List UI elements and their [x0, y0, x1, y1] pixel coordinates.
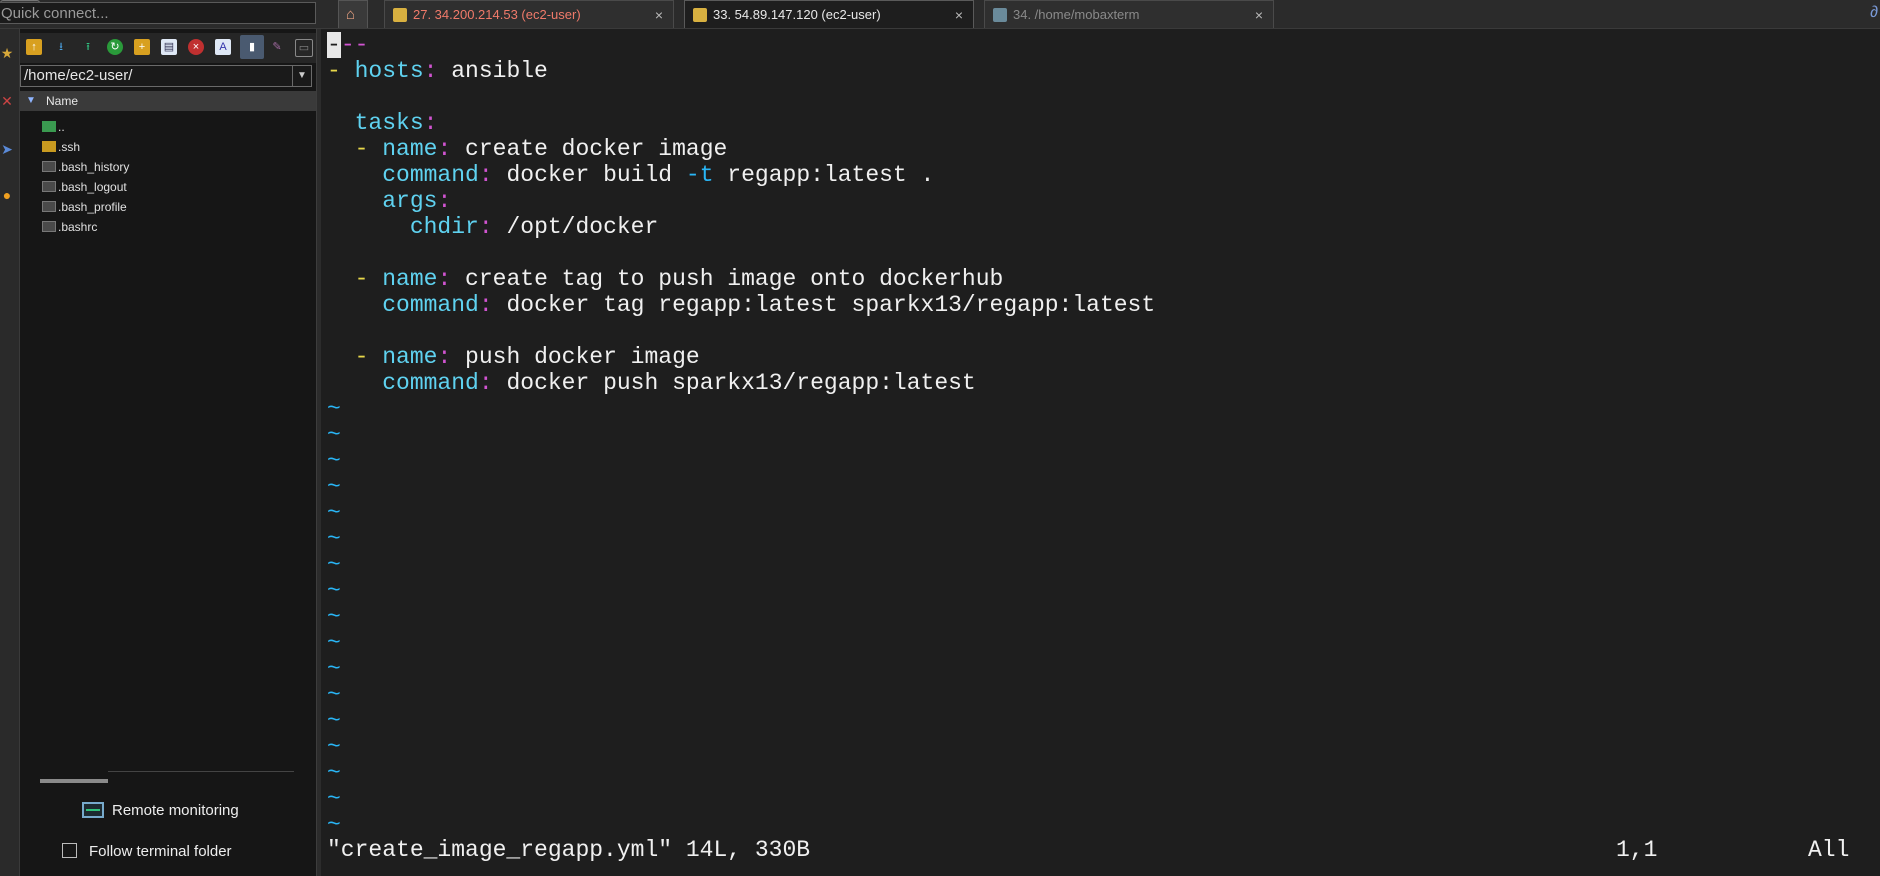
file-name: .bash_logout [58, 180, 127, 194]
sidebar-splitter[interactable] [316, 29, 321, 876]
tab-session-33[interactable]: 33. 54.89.147.120 (ec2-user) × [684, 0, 974, 28]
horizontal-scrollbar[interactable] [40, 779, 108, 783]
remote-monitoring-button[interactable]: Remote monitoring [82, 802, 239, 819]
home-icon: ⌂ [346, 6, 356, 23]
parent-folder-icon [42, 121, 56, 132]
parent-folder-icon[interactable]: ↑ [26, 39, 42, 55]
empty-line-marker: ~ [327, 760, 341, 786]
side-tab-strip: ★ ✕ ➤ ● [0, 29, 20, 876]
code-line: args: [382, 188, 452, 214]
close-tab-icon[interactable]: × [1255, 1, 1263, 29]
doc-marker: -- [340, 32, 369, 58]
code-line: tasks: [354, 110, 438, 136]
new-file-icon[interactable]: ▤ [161, 39, 177, 55]
cursor-position: 1,1 [1616, 837, 1658, 863]
attachment-icon[interactable]: ∂ [1870, 4, 1878, 22]
empty-line-marker: ~ [327, 734, 341, 760]
empty-line-marker: ~ [327, 682, 341, 708]
code-line: command: docker push sparkx13/regapp:lat… [382, 370, 976, 396]
delete-icon[interactable]: × [188, 39, 204, 55]
checkbox[interactable] [62, 843, 77, 858]
star-icon[interactable]: ★ [0, 45, 14, 62]
sort-arrow-icon: ▼ [26, 95, 36, 106]
tab-bar: Quick connect... ⌂ 27. 34.200.214.53 (ec… [0, 0, 1880, 29]
code-line: command: docker tag regapp:latest sparkx… [382, 292, 1156, 318]
file-name: .ssh [58, 140, 81, 154]
properties-icon[interactable]: ▮ [240, 35, 264, 59]
code-line: - hosts: ansible [327, 58, 548, 84]
empty-line-marker: ~ [327, 812, 341, 838]
code-line: --- [327, 32, 368, 58]
empty-line-marker: ~ [327, 448, 341, 474]
quick-connect-input[interactable]: Quick connect... [0, 2, 316, 24]
empty-line-marker: ~ [327, 396, 341, 422]
ssh-key-icon [393, 8, 407, 22]
tab-session-27[interactable]: 27. 34.200.214.53 (ec2-user) × [384, 0, 674, 28]
download-icon[interactable]: ⭳ [53, 39, 69, 55]
macro-icon[interactable]: ➤ [0, 141, 14, 158]
remote-monitoring-label: Remote monitoring [112, 802, 239, 819]
file-icon [42, 181, 56, 192]
file-icon [42, 161, 56, 172]
cursor: - [327, 32, 341, 58]
folder-icon [42, 141, 56, 152]
file-name: .bash_profile [58, 200, 127, 214]
follow-terminal-checkbox[interactable]: Follow terminal folder [62, 843, 232, 860]
code-line: - name: create docker image [354, 136, 728, 162]
tools-icon[interactable]: ✕ [0, 93, 14, 110]
sftp-icon[interactable]: ● [0, 187, 14, 203]
empty-line-marker: ~ [327, 578, 341, 604]
vim-status-message: "create_image_regapp.yml" 14L, 330B [327, 837, 811, 863]
name-column-header[interactable]: ▼ Name [20, 91, 316, 111]
close-tab-icon[interactable]: × [655, 1, 663, 29]
monitor-icon [82, 802, 104, 818]
home-tab[interactable]: ⌂ [338, 0, 368, 28]
tab-label: 27. 34.200.214.53 (ec2-user) [413, 7, 581, 22]
refresh-icon[interactable]: ↻ [107, 39, 123, 55]
path-value: /home/ec2-user/ [24, 67, 133, 84]
chevron-down-icon[interactable]: ▼ [292, 66, 311, 86]
file-icon [42, 201, 56, 212]
file-name: .. [58, 120, 65, 134]
file-name: .bash_history [58, 160, 130, 174]
terminal-editor[interactable]: --- - hosts: ansible tasks: - name: crea… [322, 29, 1878, 876]
scroll-indicator: All [1808, 837, 1850, 863]
tab-label: 34. /home/mobaxterm [1013, 7, 1140, 22]
sftp-sidebar: ↑ ⭳ ⭱ ↻ + ▤ × A ▮ ✎ ▭ /home/ec2-user/ ▼ … [20, 29, 316, 876]
upload-icon[interactable]: ⭱ [80, 39, 96, 55]
code-line: - name: push docker image [354, 344, 700, 370]
empty-line-marker: ~ [327, 422, 341, 448]
ssh-key-icon [693, 8, 707, 22]
code-line: command: docker build -t regapp:latest . [382, 162, 935, 188]
terminal-icon [993, 8, 1007, 22]
empty-line-marker: ~ [327, 604, 341, 630]
permissions-icon[interactable]: ✎ [269, 39, 285, 55]
tab-label: 33. 54.89.147.120 (ec2-user) [713, 7, 881, 22]
empty-line-marker: ~ [327, 786, 341, 812]
column-label: Name [46, 94, 79, 108]
empty-line-marker: ~ [327, 552, 341, 578]
follow-terminal-label: Follow terminal folder [89, 843, 232, 860]
divider [108, 771, 294, 772]
sftp-toolbar: ↑ ⭳ ⭱ ↻ + ▤ × A ▮ ✎ ▭ [20, 33, 316, 63]
path-input[interactable]: /home/ec2-user/ ▼ [20, 65, 312, 87]
code-line: - name: create tag to push image onto do… [354, 266, 1004, 292]
empty-line-marker: ~ [327, 656, 341, 682]
empty-line-marker: ~ [327, 474, 341, 500]
file-icon [42, 221, 56, 232]
empty-line-marker: ~ [327, 708, 341, 734]
new-folder-icon[interactable]: + [134, 39, 150, 55]
code-line: chdir: /opt/docker [409, 214, 659, 240]
terminal-icon[interactable]: ▭ [295, 39, 313, 57]
rename-icon[interactable]: A [215, 39, 231, 55]
tab-session-34[interactable]: 34. /home/mobaxterm × [984, 0, 1274, 28]
empty-line-marker: ~ [327, 500, 341, 526]
empty-line-marker: ~ [327, 526, 341, 552]
empty-line-marker: ~ [327, 630, 341, 656]
file-name: .bashrc [58, 220, 98, 234]
close-tab-icon[interactable]: × [955, 1, 963, 29]
